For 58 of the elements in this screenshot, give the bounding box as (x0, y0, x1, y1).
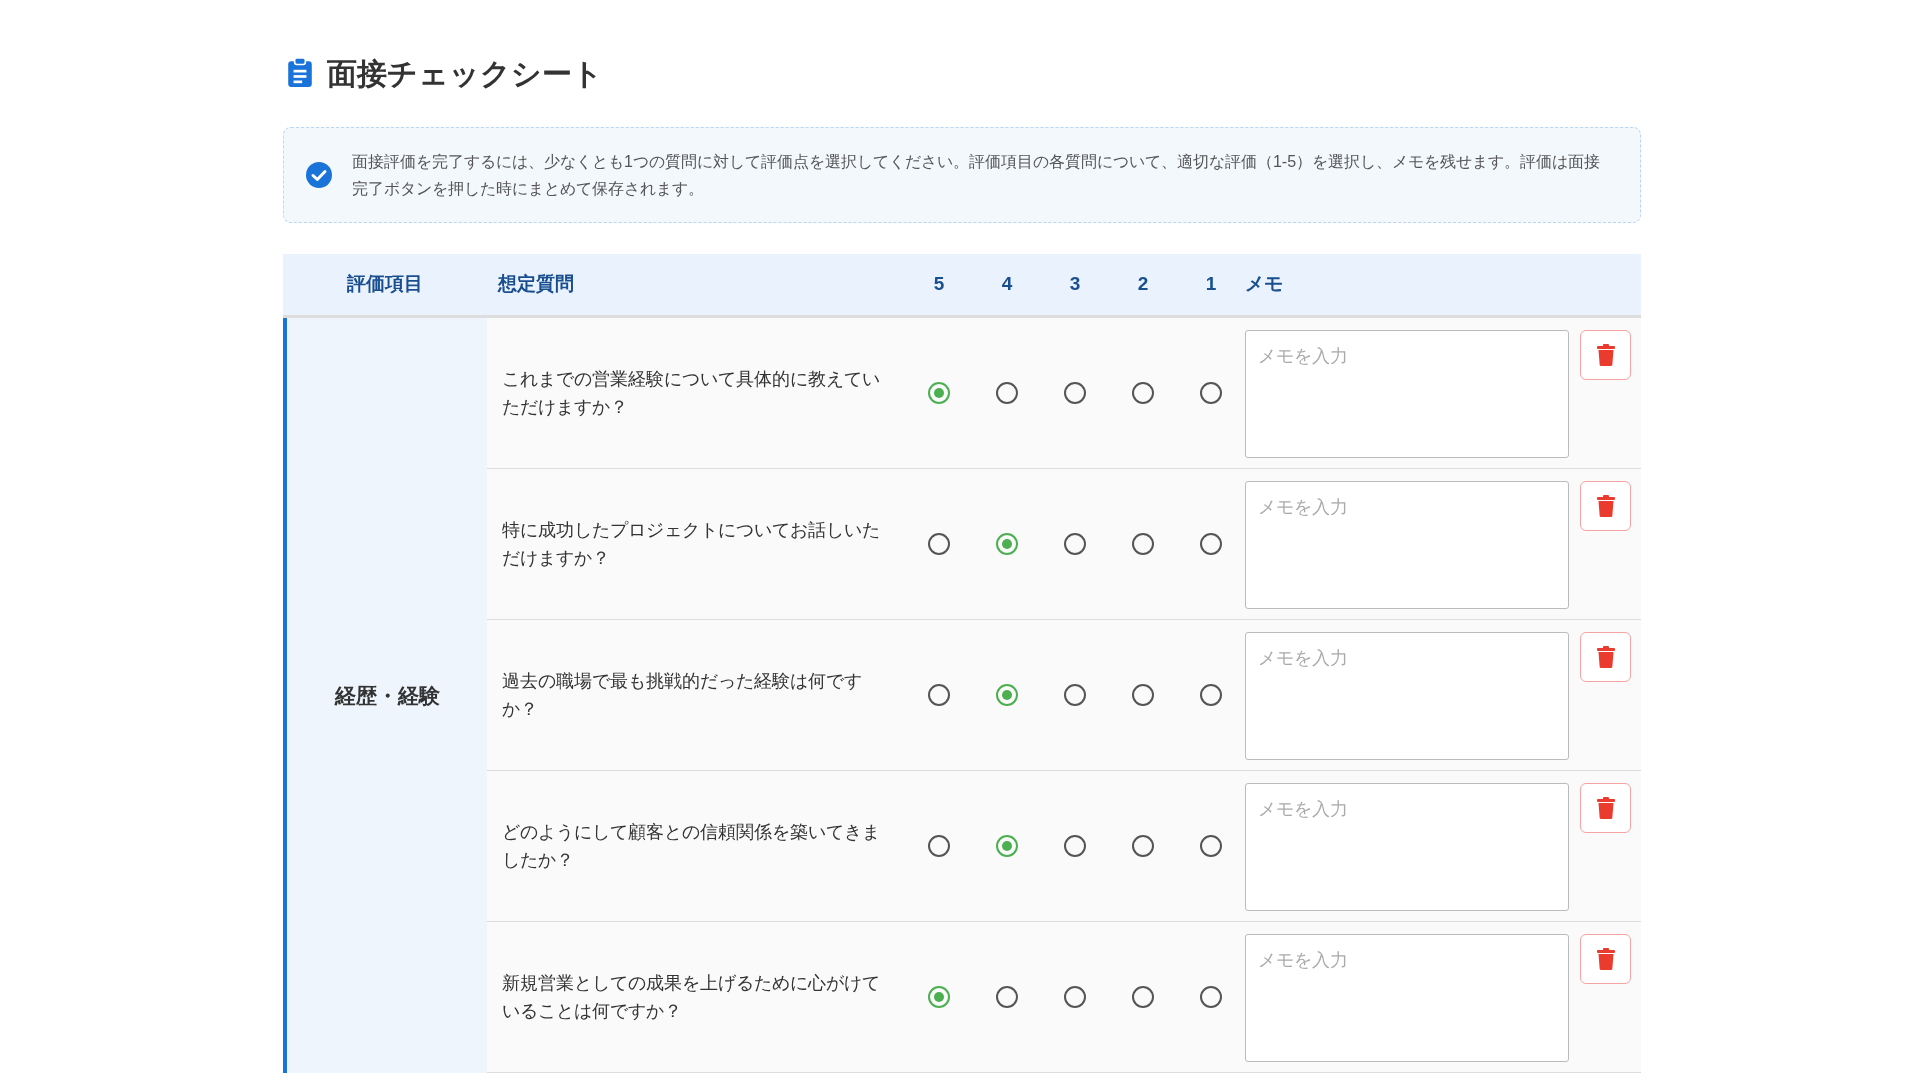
rating-radio[interactable] (1064, 533, 1086, 555)
column-header: 4 (1001, 272, 1013, 297)
trash-icon (1596, 646, 1615, 668)
rating-radio[interactable] (996, 835, 1018, 857)
rating-radio[interactable] (1132, 533, 1154, 555)
rating-radio[interactable] (928, 835, 950, 857)
delete-button[interactable] (1580, 783, 1631, 833)
trash-icon (1596, 495, 1615, 517)
column-header: 2 (1137, 272, 1149, 297)
rating-radio[interactable] (928, 684, 950, 706)
rating-radio[interactable] (1064, 684, 1086, 706)
memo-field[interactable]: メモを入力 (1245, 481, 1569, 609)
trash-icon (1596, 344, 1615, 366)
memo-field[interactable]: メモを入力 (1245, 330, 1569, 458)
rating-radio[interactable] (1132, 835, 1154, 857)
trash-icon (1596, 948, 1615, 970)
question-text: 特に成功したプロジェクトについてお話しいただけますか？ (502, 519, 881, 570)
question-text: 新規営業としての成果を上げるために心がけていることは何ですか？ (502, 972, 881, 1023)
rating-radio[interactable] (1064, 986, 1086, 1008)
question-text: これまでの営業経験について具体的に教えていただけますか？ (502, 368, 881, 419)
rating-radio[interactable] (1200, 533, 1222, 555)
rating-radio[interactable] (996, 382, 1018, 404)
rating-radio[interactable] (1200, 382, 1222, 404)
rating-radio[interactable] (928, 986, 950, 1008)
rating-radio[interactable] (996, 986, 1018, 1008)
clipboard-icon (287, 58, 313, 88)
rating-radio[interactable] (928, 533, 950, 555)
rating-radio[interactable] (1200, 684, 1222, 706)
rating-radio[interactable] (1200, 835, 1222, 857)
column-header: 想定質問 (498, 273, 574, 295)
column-header: 評価項目 (347, 272, 423, 297)
rating-radio[interactable] (1132, 684, 1154, 706)
rating-radio[interactable] (996, 533, 1018, 555)
rating-radio[interactable] (996, 684, 1018, 706)
rating-radio[interactable] (1132, 986, 1154, 1008)
rating-radio[interactable] (928, 382, 950, 404)
column-header: 1 (1205, 272, 1217, 297)
column-header: 5 (933, 272, 945, 297)
check-circle-icon (306, 162, 332, 188)
category-label: 経歴・経験 (334, 682, 440, 709)
question-text: 過去の職場で最も挑戦的だった経験は何ですか？ (502, 670, 863, 721)
rating-radio[interactable] (1064, 835, 1086, 857)
memo-field[interactable]: メモを入力 (1245, 934, 1569, 1062)
column-header: 3 (1069, 272, 1081, 297)
trash-icon (1596, 797, 1615, 819)
delete-button[interactable] (1580, 481, 1631, 531)
rating-radio[interactable] (1132, 382, 1154, 404)
question-text: どのようにして顧客との信頼関係を築いてきましたか？ (502, 821, 881, 872)
delete-button[interactable] (1580, 934, 1631, 984)
rating-radio[interactable] (1200, 986, 1222, 1008)
memo-field[interactable]: メモを入力 (1245, 632, 1569, 760)
delete-button[interactable] (1580, 330, 1631, 380)
page-title: 面接チェックシート (327, 55, 603, 92)
memo-field[interactable]: メモを入力 (1245, 783, 1569, 911)
column-header: メモ (1245, 273, 1283, 295)
notice-text: 面接評価を完了するには、少なくとも1つの質問に対して評価点を選択してください。評価項目の各質問について、適切な評価（1-5）を選択し、メモを残せます。評価は面接完了ボタンを押した時にまとめて保存されます。 (352, 152, 1602, 199)
delete-button[interactable] (1580, 632, 1631, 682)
rating-radio[interactable] (1064, 382, 1086, 404)
